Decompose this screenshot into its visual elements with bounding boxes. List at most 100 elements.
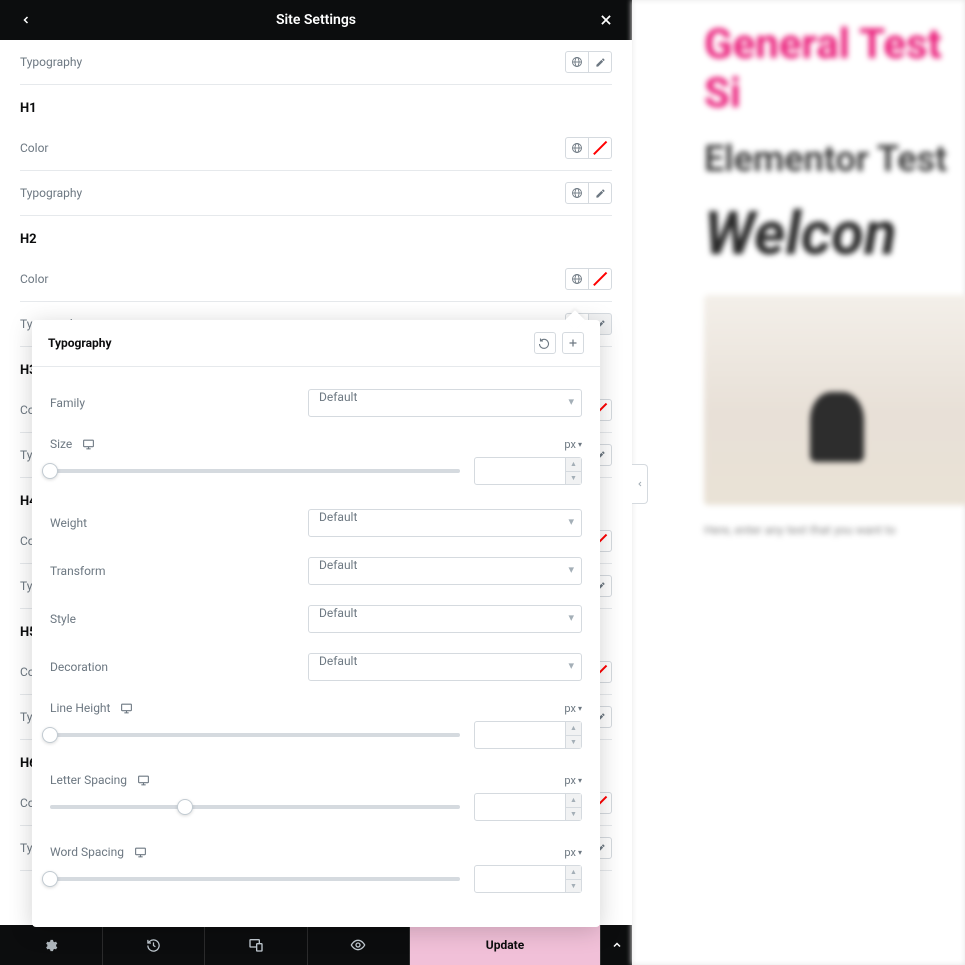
word-spacing-slider-row: ▲▼ <box>50 861 582 907</box>
transform-row: TransformDefault <box>50 547 582 595</box>
globals-button[interactable] <box>565 182 589 204</box>
style-row: Style Default <box>50 595 582 643</box>
spin-down[interactable]: ▼ <box>566 472 581 485</box>
device-toggle[interactable] <box>134 846 147 859</box>
chevron-up-icon <box>611 939 623 951</box>
line-height-row: Line Height px ▾ <box>50 691 582 717</box>
color-picker-button[interactable] <box>588 137 612 159</box>
weight-select[interactable]: Default <box>308 509 582 537</box>
eye-icon <box>350 937 366 953</box>
spin-up[interactable]: ▲ <box>566 794 581 808</box>
family-row: FamilyDefault <box>50 379 582 427</box>
footer-settings-button[interactable] <box>0 925 103 965</box>
add-button[interactable] <box>562 332 584 354</box>
device-toggle[interactable] <box>120 702 133 715</box>
line-height-slider-row: ▲▼ <box>50 717 582 763</box>
weight-label: Weight <box>50 516 87 530</box>
spin-up[interactable]: ▲ <box>566 458 581 472</box>
word-spacing-label: Word Spacing <box>50 845 124 859</box>
panel-title: Site Settings <box>38 12 594 28</box>
size-slider[interactable] <box>50 469 460 473</box>
close-button[interactable] <box>594 8 618 32</box>
reset-button[interactable] <box>534 332 556 354</box>
row-label: Typography <box>20 55 82 69</box>
page-preview: General Test Si Elementor Test Welcon He… <box>632 0 965 965</box>
word-spacing-input-wrap: ▲▼ <box>474 865 582 893</box>
decoration-select[interactable]: Default <box>308 653 582 681</box>
chevron-left-icon <box>636 480 644 488</box>
line-height-label: Line Height <box>50 701 110 715</box>
letter-spacing-input[interactable] <box>475 800 565 814</box>
line-height-unit-select[interactable]: px ▾ <box>564 702 582 715</box>
size-input[interactable] <box>475 464 565 478</box>
device-toggle[interactable] <box>137 774 150 787</box>
popup-title: Typography <box>48 336 112 350</box>
letter-spacing-slider-row: ▲▼ <box>50 789 582 835</box>
footer-history-button[interactable] <box>103 925 206 965</box>
footer-preview-button[interactable] <box>308 925 411 965</box>
typography-row: Typography <box>20 171 612 216</box>
decoration-row: Decoration Default <box>50 643 582 691</box>
family-select[interactable]: Default <box>308 389 582 417</box>
size-slider-row: ▲▼ <box>50 453 582 499</box>
size-row: Sizepx ▾ <box>50 427 582 453</box>
undo-icon <box>539 337 551 349</box>
transform-select[interactable]: Default <box>308 557 582 585</box>
device-toggle[interactable] <box>82 438 95 451</box>
style-label: Style <box>50 612 76 626</box>
globals-button[interactable] <box>565 51 589 73</box>
slider-thumb[interactable] <box>177 799 193 815</box>
size-unit-select[interactable]: px ▾ <box>564 438 582 451</box>
publish-options-button[interactable] <box>600 925 632 965</box>
preview-heading: Welcon <box>704 198 965 269</box>
color-row: Color <box>20 257 612 302</box>
spin-down[interactable]: ▼ <box>566 808 581 821</box>
slider-thumb[interactable] <box>42 727 58 743</box>
preview-subtitle: Elementor Test <box>704 138 965 180</box>
plus-icon <box>567 337 579 349</box>
line-height-slider[interactable] <box>50 733 460 737</box>
row-label: Color <box>20 272 48 286</box>
letter-spacing-unit-select[interactable]: px ▾ <box>564 774 582 787</box>
letter-spacing-input-wrap: ▲▼ <box>474 793 582 821</box>
spin-down[interactable]: ▼ <box>566 880 581 893</box>
word-spacing-slider[interactable] <box>50 877 460 881</box>
back-button[interactable] <box>14 8 38 32</box>
decoration-label: Decoration <box>50 660 108 674</box>
popup-header: Typography <box>32 320 600 367</box>
spin-down[interactable]: ▼ <box>566 736 581 749</box>
size-input-wrap: ▲▼ <box>474 457 582 485</box>
letter-spacing-label: Letter Spacing <box>50 773 127 787</box>
gear-icon <box>43 938 58 953</box>
responsive-icon <box>248 937 264 953</box>
globals-button[interactable] <box>565 268 589 290</box>
spin-up[interactable]: ▲ <box>566 722 581 736</box>
row-label: Typography <box>20 186 82 200</box>
letter-spacing-slider[interactable] <box>50 805 460 809</box>
heading-section-label: H2 <box>20 216 612 257</box>
edit-typography-button[interactable] <box>588 182 612 204</box>
panel-header: Site Settings <box>0 0 632 40</box>
line-height-input[interactable] <box>475 728 565 742</box>
word-spacing-row: Word Spacing px ▾ <box>50 835 582 861</box>
slider-thumb[interactable] <box>42 871 58 887</box>
preview-image <box>704 295 965 505</box>
footer-responsive-button[interactable] <box>205 925 308 965</box>
heading-section-label: H1 <box>20 85 612 126</box>
slider-thumb[interactable] <box>42 463 58 479</box>
weight-row: Weight Default <box>50 499 582 547</box>
line-height-input-wrap: ▲▼ <box>474 721 582 749</box>
preview-text: Here, enter any text that you want to <box>704 523 965 537</box>
typography-row: Typography <box>20 40 612 85</box>
edit-typography-button[interactable] <box>588 51 612 73</box>
word-spacing-unit-select[interactable]: px ▾ <box>564 846 582 859</box>
globals-button[interactable] <box>565 137 589 159</box>
history-icon <box>146 938 161 953</box>
collapse-panel-handle[interactable] <box>632 464 648 504</box>
update-button[interactable]: Update <box>410 925 600 965</box>
row-label: Color <box>20 141 48 155</box>
color-picker-button[interactable] <box>588 268 612 290</box>
word-spacing-input[interactable] <box>475 872 565 886</box>
style-select[interactable]: Default <box>308 605 582 633</box>
spin-up[interactable]: ▲ <box>566 866 581 880</box>
